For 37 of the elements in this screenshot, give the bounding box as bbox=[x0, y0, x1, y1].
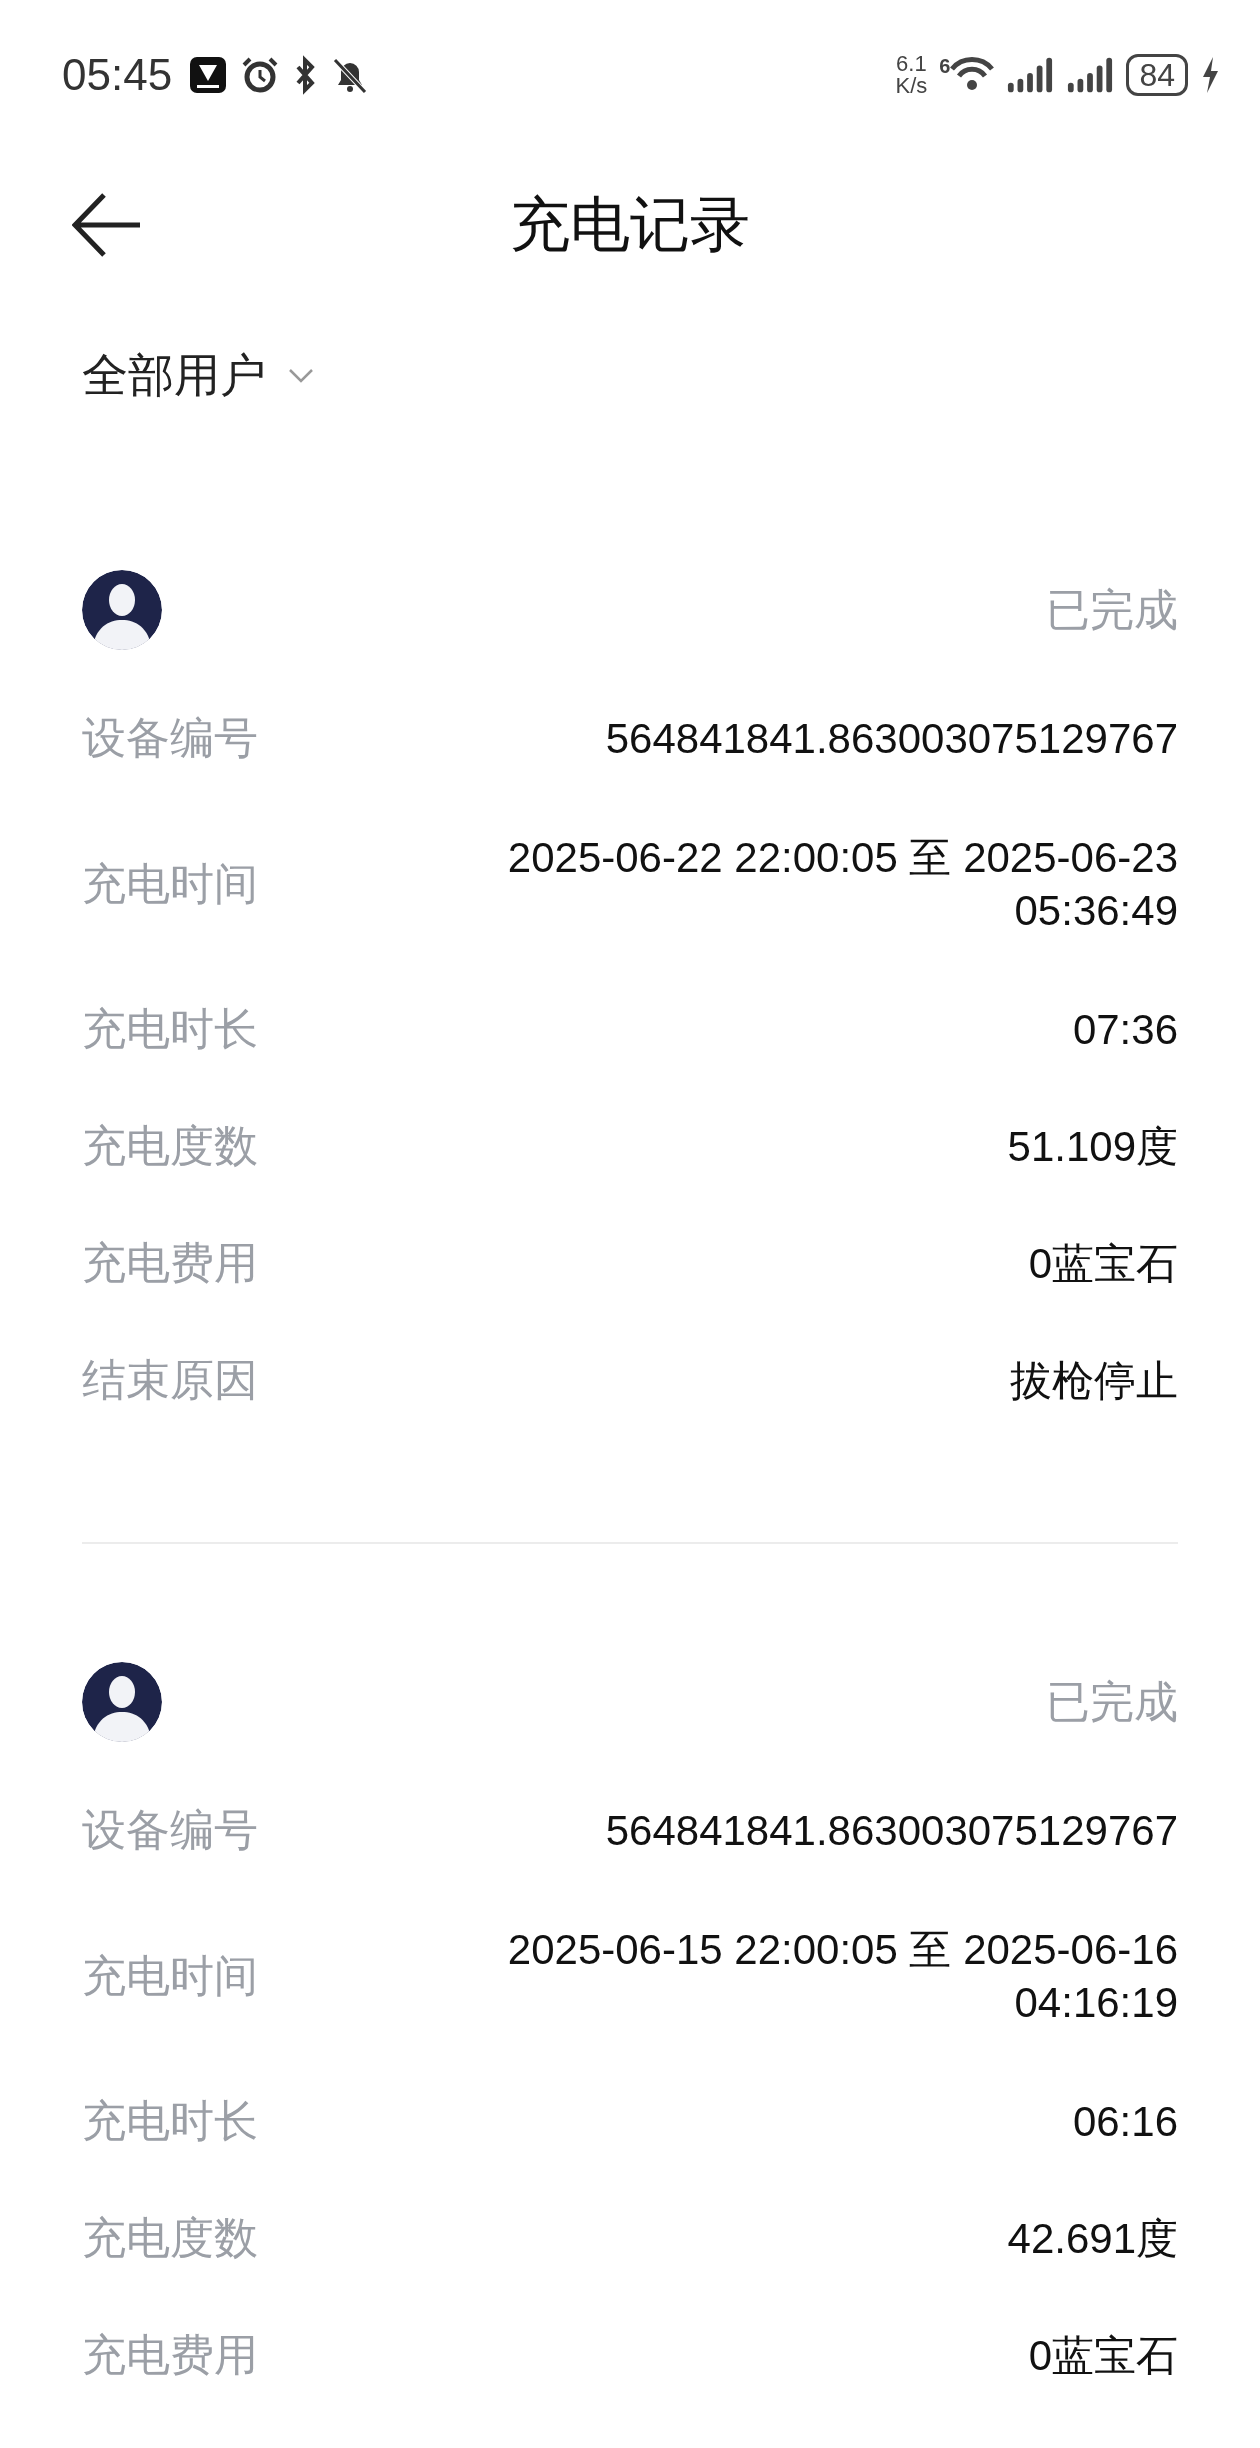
chevron-down-icon[interactable] bbox=[288, 368, 314, 384]
signal-icon bbox=[1006, 55, 1055, 95]
field-value: 2025-06-22 22:00:05 至 2025-06-23 05:36:49 bbox=[506, 833, 1178, 936]
back-arrow-icon[interactable] bbox=[72, 192, 142, 258]
field-value: 564841841.863003075129767 bbox=[605, 714, 1178, 764]
field-label: 充电度数 bbox=[82, 2211, 258, 2265]
field-value: 0蓝宝石 bbox=[1028, 1239, 1178, 1289]
user-filter-dropdown[interactable]: 全部用户 bbox=[82, 345, 266, 407]
network-speed: 6.1 bbox=[896, 53, 927, 75]
speed-unit: K/s bbox=[895, 75, 928, 97]
field-label: 设备编号 bbox=[82, 711, 258, 765]
field-label: 充电费用 bbox=[82, 1236, 258, 1290]
clock-time: 05:45 bbox=[62, 50, 173, 100]
field-value: 拔枪停止 bbox=[1010, 1356, 1178, 1406]
field-label: 充电时间 bbox=[82, 856, 258, 911]
field-label: 充电时长 bbox=[82, 2094, 258, 2148]
status-label: 已完成 bbox=[1046, 1674, 1178, 1729]
field-label: 设备编号 bbox=[82, 1803, 258, 1857]
wifi-label: 6 bbox=[939, 55, 951, 78]
field-value: 564841841.863003075129767 bbox=[605, 1806, 1178, 1856]
field-value: 51.109度 bbox=[1007, 1122, 1178, 1172]
battery-level: 84 bbox=[1126, 54, 1188, 96]
charging-bolt-icon bbox=[1200, 55, 1220, 95]
status-label: 已完成 bbox=[1046, 582, 1178, 637]
page-title: 充电记录 bbox=[510, 187, 750, 261]
signal-icon bbox=[1066, 55, 1115, 95]
field-label: 充电时间 bbox=[82, 1948, 258, 2003]
field-value: 06:16 bbox=[1072, 2097, 1178, 2147]
field-label: 充电度数 bbox=[82, 1119, 258, 1173]
field-label: 结束原因 bbox=[82, 1353, 258, 1407]
field-value: 0蓝宝石 bbox=[1028, 2331, 1178, 2381]
field-value: 2025-06-15 22:00:05 至 2025-06-16 04:16:19 bbox=[506, 1925, 1178, 2028]
field-label: 充电时长 bbox=[82, 1002, 258, 1056]
field-value: 42.691度 bbox=[1007, 2214, 1178, 2264]
field-label: 充电费用 bbox=[82, 2328, 258, 2382]
app-icon bbox=[188, 55, 229, 95]
field-value: 07:36 bbox=[1072, 1005, 1178, 1055]
